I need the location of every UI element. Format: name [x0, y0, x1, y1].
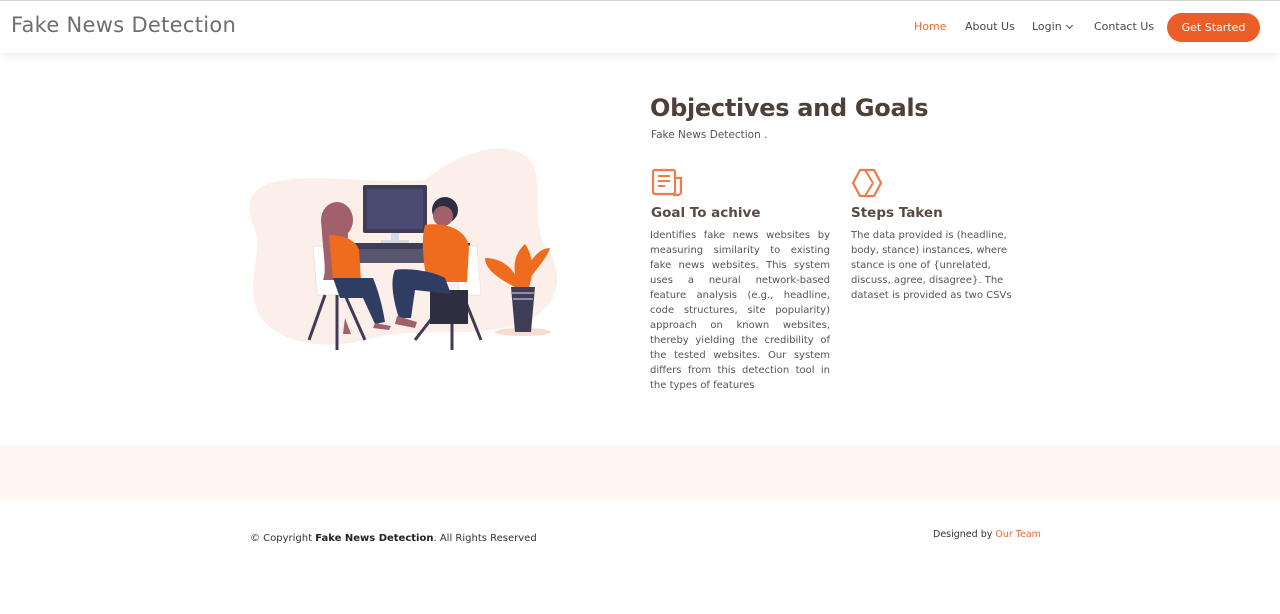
copyright-prefix: © Copyright — [250, 533, 316, 544]
steps-title: Steps Taken — [851, 205, 943, 221]
our-team-link[interactable]: Our Team — [995, 529, 1041, 540]
copyright-brand: Fake News Detection — [315, 533, 434, 544]
goal-text: Identifies fake news websites by measuri… — [650, 230, 830, 391]
copyright-suffix: . All Rights Reserved — [433, 533, 537, 544]
get-started-button[interactable]: Get Started — [1167, 13, 1260, 42]
goal-title: Goal To achive — [651, 205, 761, 221]
document-icon — [651, 168, 683, 197]
nav-login-label: Login — [1032, 20, 1062, 33]
site-header: Fake News Detection Home About Us Login … — [0, 0, 1280, 53]
nav-home[interactable]: Home — [914, 20, 946, 33]
nav-about-us[interactable]: About Us — [965, 20, 1015, 33]
site-logo[interactable]: Fake News Detection — [11, 13, 236, 37]
section-title: Objectives and Goals — [650, 94, 929, 122]
nav-contact-us[interactable]: Contact Us — [1094, 20, 1154, 33]
designer-credit: Designed by Our Team — [933, 529, 1041, 540]
nav-login[interactable]: Login — [1032, 20, 1073, 33]
chevron-down-icon — [1065, 21, 1073, 30]
coworkers-illustration — [249, 148, 558, 350]
steps-text: The data provided is (headline, body, st… — [851, 230, 1012, 301]
hexagon-icon — [851, 168, 883, 198]
footer-top-band — [0, 445, 1280, 501]
copyright: © Copyright Fake News Detection. All Rig… — [250, 533, 537, 544]
credit-prefix: Designed by — [933, 529, 996, 540]
section-subtitle: Fake News Detection . — [651, 129, 768, 141]
